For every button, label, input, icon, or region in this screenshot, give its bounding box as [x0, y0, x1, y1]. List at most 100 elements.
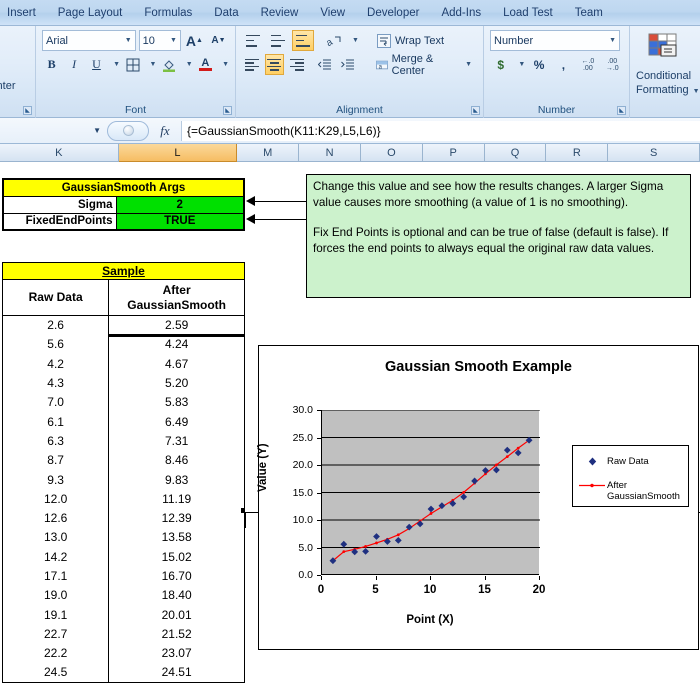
args-title-cell[interactable]: GaussianSmooth Args: [2, 178, 245, 197]
column-header-Q[interactable]: Q: [484, 144, 547, 162]
font-color-icon[interactable]: A: [196, 54, 215, 75]
column-header-O[interactable]: O: [360, 144, 423, 162]
increase-decimal-icon[interactable]: ←.0.00: [577, 54, 598, 75]
number-format-combo[interactable]: Number ▼: [490, 30, 620, 51]
cell-smooth-9[interactable]: 11.19: [108, 489, 245, 509]
clipboard-dialog-launcher[interactable]: ◣: [23, 106, 32, 115]
currency-chevron-down-icon[interactable]: ▼: [518, 61, 525, 68]
fill-color-icon[interactable]: [159, 54, 178, 75]
ribbon-tab-add-ins[interactable]: Add-Ins: [430, 4, 492, 22]
ribbon-tab-developer[interactable]: Developer: [356, 4, 430, 22]
column-header-K[interactable]: K: [0, 144, 119, 162]
fill-color-chevron-down-icon[interactable]: ▼: [186, 61, 193, 68]
cell-smooth-1[interactable]: 4.24: [108, 334, 245, 355]
conditional-formatting-label-2[interactable]: Formatting: [636, 84, 689, 96]
cell-raw-12[interactable]: 14.2: [1, 547, 110, 567]
cell-smooth-8[interactable]: 9.83: [108, 469, 245, 490]
cell-smooth-7[interactable]: 8.46: [108, 450, 245, 470]
cell-raw-14[interactable]: 19.0: [1, 585, 110, 605]
column-header-M[interactable]: M: [237, 144, 300, 162]
styles-chevron-down-icon[interactable]: ▼: [693, 88, 700, 95]
number-dialog-launcher[interactable]: ◣: [617, 106, 626, 115]
ribbon-tab-team[interactable]: Team: [564, 4, 614, 22]
font-size-combo[interactable]: 10 ▼: [138, 30, 181, 51]
decrease-decimal-icon[interactable]: .00 →.0: [602, 54, 623, 75]
sample-title-cell[interactable]: Sample: [2, 262, 245, 280]
cell-raw-3[interactable]: 4.3: [1, 373, 110, 393]
cell-smooth-12[interactable]: 15.02: [108, 547, 245, 567]
sigma-label-cell[interactable]: Sigma: [2, 195, 117, 214]
cell-raw-10[interactable]: 12.6: [1, 508, 110, 528]
name-box[interactable]: ▼: [2, 121, 107, 140]
callout-text-box[interactable]: Change this value and see how the result…: [306, 174, 691, 298]
align-middle-icon[interactable]: [267, 30, 289, 51]
italic-button[interactable]: I: [64, 54, 83, 75]
accounting-format-icon[interactable]: $: [490, 54, 511, 75]
font-color-chevron-down-icon[interactable]: ▼: [222, 61, 229, 68]
cell-raw-9[interactable]: 12.0: [1, 489, 110, 509]
ribbon-tab-review[interactable]: Review: [250, 4, 310, 22]
conditional-formatting-label-1[interactable]: Conditional: [636, 70, 691, 82]
column-header-R[interactable]: R: [546, 144, 609, 162]
ribbon-tab-formulas[interactable]: Formulas: [133, 4, 203, 22]
cell-raw-17[interactable]: 22.2: [1, 643, 110, 663]
conditional-formatting-icon[interactable]: [648, 33, 682, 68]
bold-button[interactable]: B: [42, 54, 61, 75]
ribbon-tab-view[interactable]: View: [309, 4, 356, 22]
cell-smooth-18[interactable]: 24.51: [108, 662, 245, 683]
cell-raw-7[interactable]: 8.7: [1, 450, 110, 470]
cell-smooth-14[interactable]: 18.40: [108, 585, 245, 605]
format-painter-button[interactable]: ainter: [0, 80, 16, 92]
cell-smooth-13[interactable]: 16.70: [108, 566, 245, 586]
alignment-dialog-launcher[interactable]: ◣: [471, 106, 480, 115]
chart-container[interactable]: Gaussian Smooth Example Value (Y) Point …: [257, 345, 699, 650]
merge-and-center-button[interactable]: a Merge & Center ▼: [371, 53, 477, 77]
cancel-enter-group[interactable]: [107, 120, 149, 141]
shrink-font-icon[interactable]: A ▼: [208, 30, 229, 51]
cell-raw-18[interactable]: 24.5: [1, 662, 110, 683]
chart-legend[interactable]: Raw Data After GaussianSmooth: [572, 445, 689, 507]
cell-smooth-16[interactable]: 21.52: [108, 624, 245, 644]
orientation-icon[interactable]: a: [323, 30, 345, 51]
font-name-combo[interactable]: Arial ▼: [42, 30, 136, 51]
cell-raw-0[interactable]: 2.6: [1, 315, 110, 335]
fixed-end-points-value-cell[interactable]: TRUE: [115, 212, 245, 231]
column-header-N[interactable]: N: [299, 144, 361, 162]
cell-smooth-3[interactable]: 5.20: [108, 373, 245, 393]
cell-raw-4[interactable]: 7.0: [1, 392, 110, 412]
header-raw-data[interactable]: Raw Data: [1, 279, 110, 316]
cell-smooth-6[interactable]: 7.31: [108, 431, 245, 451]
cell-raw-8[interactable]: 9.3: [1, 469, 110, 490]
column-header-P[interactable]: P: [422, 144, 485, 162]
name-box-chevron-down-icon[interactable]: ▼: [93, 126, 101, 135]
cell-smooth-2[interactable]: 4.67: [108, 354, 245, 374]
decrease-indent-icon[interactable]: [316, 54, 336, 75]
cell-smooth-10[interactable]: 12.39: [108, 508, 245, 528]
underline-button[interactable]: U: [87, 54, 106, 75]
cell-raw-16[interactable]: 22.7: [1, 624, 110, 644]
grow-font-icon[interactable]: A ▲: [184, 30, 205, 51]
cell-smooth-0-selected[interactable]: 2.59: [108, 315, 246, 337]
cell-raw-5[interactable]: 6.1: [1, 411, 110, 432]
fixed-end-points-label-cell[interactable]: FixedEndPoints: [2, 212, 117, 231]
align-right-icon[interactable]: [287, 54, 307, 75]
ribbon-tab-data[interactable]: Data: [203, 4, 249, 22]
ribbon-tab-load-test[interactable]: Load Test: [492, 4, 564, 22]
sigma-value-cell[interactable]: 2: [115, 195, 245, 214]
cell-raw-6[interactable]: 6.3: [1, 431, 110, 451]
increase-indent-icon[interactable]: [338, 54, 358, 75]
header-after-gaussian-smooth[interactable]: After GaussianSmooth: [108, 279, 245, 316]
merge-chevron-down-icon[interactable]: ▼: [465, 61, 472, 68]
align-center-icon[interactable]: [264, 54, 285, 75]
borders-icon[interactable]: [123, 54, 142, 75]
wrap-text-button[interactable]: Wrap Text: [372, 30, 449, 51]
cell-raw-1[interactable]: 5.6: [1, 334, 110, 355]
cell-raw-2[interactable]: 4.2: [1, 354, 110, 374]
font-dialog-launcher[interactable]: ◣: [223, 106, 232, 115]
ribbon-tab-insert[interactable]: Insert: [0, 4, 47, 22]
orientation-chevron-down-icon[interactable]: ▼: [352, 37, 359, 44]
align-top-icon[interactable]: [242, 30, 264, 51]
cell-raw-13[interactable]: 17.1: [1, 566, 110, 586]
align-bottom-icon[interactable]: [292, 30, 314, 51]
comma-style-icon[interactable]: ,: [553, 54, 574, 75]
